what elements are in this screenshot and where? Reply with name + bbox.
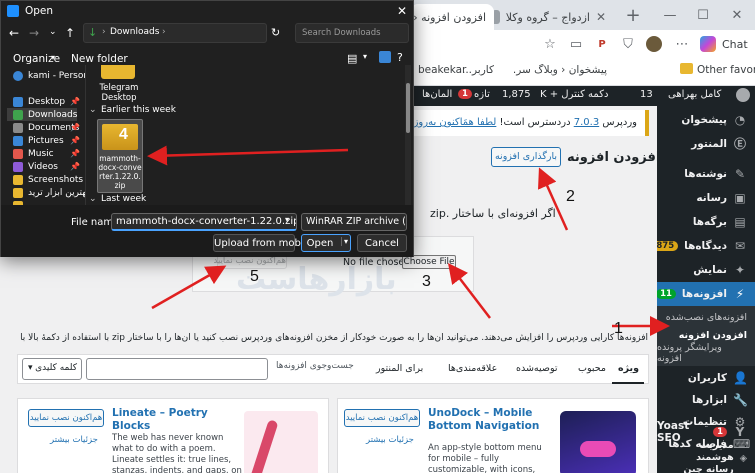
arrow-3	[447, 263, 491, 319]
annotation-label-2: 2	[566, 188, 575, 205]
arrow-2	[538, 167, 569, 231]
annotation-label-1: 1	[614, 320, 623, 337]
arrow-4	[147, 145, 349, 166]
annotation-label-5: 5	[250, 268, 259, 285]
arrow-5	[151, 265, 227, 310]
annotation-arrows	[147, 145, 670, 336]
annotation-label-3: 3	[422, 273, 431, 290]
annotation-label-4: 4	[119, 126, 128, 143]
